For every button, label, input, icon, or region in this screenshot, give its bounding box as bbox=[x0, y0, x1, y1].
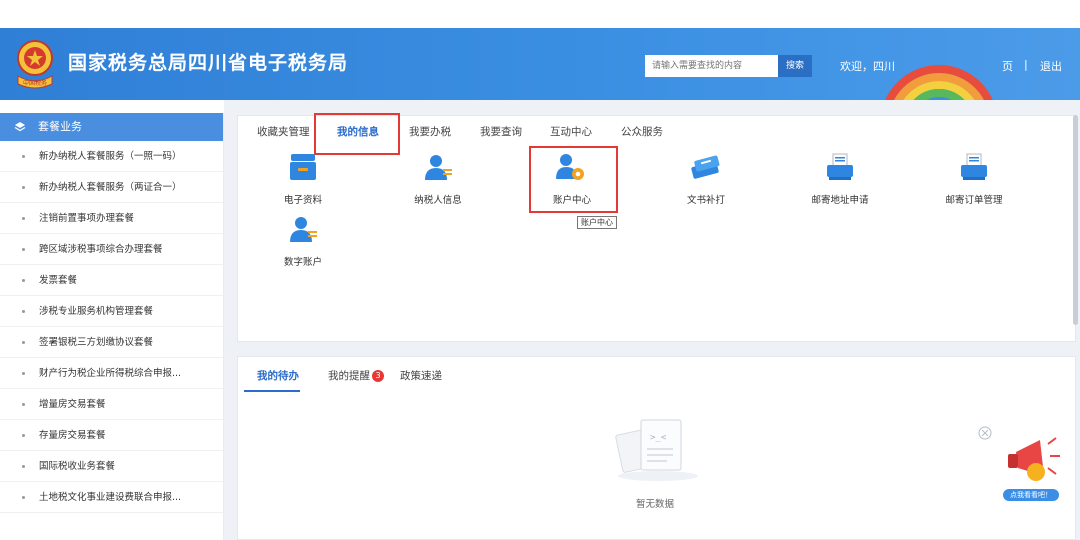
sidebar-item[interactable]: 涉税专业服务机构管理套餐 bbox=[0, 296, 223, 327]
tab-interaction[interactable]: 互动中心 bbox=[550, 124, 592, 139]
sidebar-item-label: 跨区域涉税事项综合办理套餐 bbox=[39, 244, 163, 255]
sidebar-item[interactable]: 签署银税三方划缴协议套餐 bbox=[0, 327, 223, 358]
sidebar-item-label: 财产行为税企业所得税综合申报... bbox=[39, 368, 182, 379]
sidebar-item[interactable]: 存量房交易套餐 bbox=[0, 420, 223, 451]
service-taxpayer-info[interactable]: 纳税人信息 bbox=[388, 152, 488, 208]
sidebar-item[interactable]: 新办纳税人套餐服务（两证合一） bbox=[0, 172, 223, 203]
bullet-icon bbox=[22, 434, 25, 437]
printer-icon bbox=[961, 153, 987, 180]
tickets-icon bbox=[691, 155, 720, 179]
tab-query[interactable]: 我要查询 bbox=[480, 124, 522, 139]
sidebar-item[interactable]: 注销前置事项办理套餐 bbox=[0, 203, 223, 234]
service-label: 纳税人信息 bbox=[414, 195, 462, 206]
tax-emblem-icon: 中国税务 bbox=[17, 40, 53, 89]
bullet-icon bbox=[22, 465, 25, 468]
bullet-icon bbox=[22, 341, 25, 344]
bullet-icon bbox=[22, 155, 25, 158]
sidebar-item[interactable]: 财产行为税企业所得税综合申报... bbox=[0, 358, 223, 389]
service-mailing-address[interactable]: 邮寄地址申请 bbox=[790, 152, 890, 208]
sidebar-item-label: 发票套餐 bbox=[39, 275, 78, 286]
user-card-icon bbox=[290, 217, 317, 242]
bullet-icon bbox=[22, 248, 25, 251]
bullet-icon bbox=[22, 217, 25, 220]
service-mail-orders[interactable]: 邮寄订单管理 bbox=[924, 152, 1024, 208]
sidebar-header[interactable]: 套餐业务 bbox=[0, 113, 223, 141]
sidebar-item-label: 签署银税三方划缴协议套餐 bbox=[39, 337, 154, 348]
tooltip: 账户中心 bbox=[577, 216, 617, 229]
scrollbar-thumb[interactable] bbox=[1073, 115, 1078, 325]
sidebar-item-label: 涉税专业服务机构管理套餐 bbox=[39, 306, 154, 317]
search-input[interactable] bbox=[645, 55, 778, 77]
header-link-partial[interactable]: 页 bbox=[1002, 58, 1013, 74]
empty-state-text: 暂无数据 bbox=[635, 499, 674, 510]
sidebar-item[interactable]: 发票套餐 bbox=[0, 265, 223, 296]
tab-policy-express[interactable]: 政策速递 bbox=[400, 368, 442, 383]
emblem-text: 中国税务 bbox=[23, 79, 47, 87]
sidebar-item[interactable]: 国际税收业务套餐 bbox=[0, 451, 223, 482]
sidebar-item-label: 注销前置事项办理套餐 bbox=[39, 213, 135, 224]
sidebar-item[interactable]: 跨区域涉税事项综合办理套餐 bbox=[0, 234, 223, 265]
bullet-icon bbox=[22, 403, 25, 406]
bullet-icon bbox=[22, 372, 25, 375]
search-button[interactable]: 搜索 bbox=[778, 55, 812, 77]
sidebar-item-label: 存量房交易套餐 bbox=[39, 430, 106, 441]
sidebar-item-label: 新办纳税人套餐服务（两证合一） bbox=[39, 182, 182, 193]
reminder-count-badge: 3 bbox=[372, 370, 384, 382]
sidebar-item-label: 新办纳税人套餐服务（一照一码） bbox=[39, 151, 182, 162]
tab-public-service[interactable]: 公众服务 bbox=[621, 124, 663, 139]
sidebar-item[interactable]: 新办纳税人套餐服务（一照一码） bbox=[0, 141, 223, 172]
service-label: 邮寄订单管理 bbox=[945, 195, 1003, 206]
svg-text:>_<: >_< bbox=[650, 433, 667, 443]
bullet-icon bbox=[22, 279, 25, 282]
logout-link[interactable]: 退出 bbox=[1040, 58, 1062, 74]
active-tab-indicator bbox=[244, 390, 300, 392]
highlight-box-tab bbox=[314, 113, 400, 155]
printer-icon bbox=[827, 153, 853, 180]
top-margin bbox=[0, 0, 1080, 28]
sidebar: 套餐业务 新办纳税人套餐服务（一照一码） 新办纳税人套餐服务（两证合一） 注销前… bbox=[0, 113, 224, 540]
app-window: 中国税务 国家税务总局四川省电子税务局 搜索 欢迎，四川 页 | 退出 套餐业务… bbox=[0, 0, 1080, 540]
tab-tax-handling[interactable]: 我要办税 bbox=[409, 124, 451, 139]
service-label: 邮寄地址申请 bbox=[811, 195, 869, 206]
sidebar-item[interactable]: 增量房交易套餐 bbox=[0, 389, 223, 420]
sidebar-item-label: 土地税文化事业建设费联合申报... bbox=[39, 492, 182, 503]
tab-favorites[interactable]: 收藏夹管理 bbox=[257, 124, 310, 139]
user-card-icon bbox=[425, 155, 452, 180]
bullet-icon bbox=[22, 186, 25, 189]
service-e-documents[interactable]: 电子资料 bbox=[253, 152, 353, 208]
tab-my-reminders[interactable]: 我的提醒 3 bbox=[328, 368, 384, 383]
tab-my-todo[interactable]: 我的待办 bbox=[257, 368, 299, 383]
empty-document-icon: >_< bbox=[615, 419, 698, 481]
bullet-icon bbox=[22, 310, 25, 313]
promo-button[interactable]: 点我看看吧！ bbox=[1003, 489, 1059, 501]
sidebar-item-label: 国际税收业务套餐 bbox=[39, 461, 116, 472]
service-digital-account[interactable]: 数字账户 bbox=[253, 214, 353, 270]
sidebar-item-label: 增量房交易套餐 bbox=[39, 399, 106, 410]
highlight-box-account-center bbox=[529, 146, 618, 213]
layers-icon bbox=[14, 122, 26, 132]
site-title: 国家税务总局四川省电子税务局 bbox=[68, 52, 349, 74]
service-label: 电子资料 bbox=[283, 195, 322, 206]
service-label: 文书补打 bbox=[686, 195, 725, 206]
service-document-reprint[interactable]: 文书补打 bbox=[656, 152, 756, 208]
tab-label: 我的提醒 bbox=[328, 370, 370, 382]
bullet-icon bbox=[22, 496, 25, 499]
service-label: 数字账户 bbox=[283, 257, 322, 268]
inbox-icon bbox=[290, 154, 316, 180]
sidebar-item[interactable]: 土地税文化事业建设费联合申报... bbox=[0, 482, 223, 513]
header-separator: | bbox=[1024, 58, 1028, 71]
sidebar-title: 套餐业务 bbox=[38, 120, 82, 133]
